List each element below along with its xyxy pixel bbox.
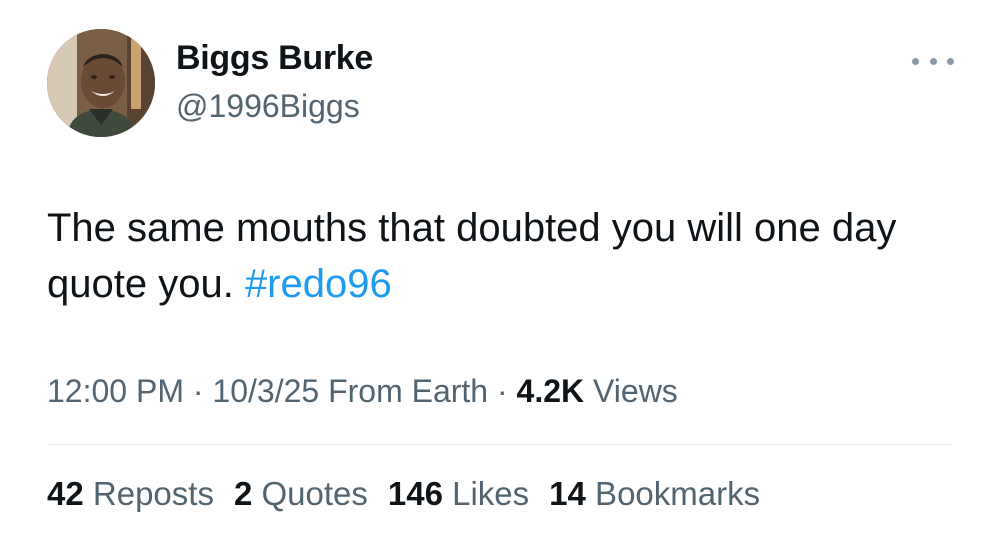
ellipsis-icon — [947, 57, 954, 65]
tweet-time[interactable]: 12:00 PM — [47, 373, 184, 409]
tweet-date[interactable]: 10/3/25 — [212, 373, 319, 409]
quotes-count: 2 — [233, 475, 253, 512]
bookmarks-count: 14 — [549, 475, 586, 512]
engagement-stats: 42 Reposts 2 Quotes 146 Likes 14 Bookmar… — [47, 475, 760, 513]
bookmarks-stat[interactable]: 14 Bookmarks — [549, 475, 760, 513]
likes-stat[interactable]: 146 Likes — [388, 475, 529, 513]
likes-label: Likes — [442, 475, 530, 512]
more-options-button[interactable] — [912, 50, 954, 72]
reposts-stat[interactable]: 42 Reposts — [47, 475, 214, 513]
tweet-text-line-2: quote you. #redo96 — [47, 256, 967, 312]
likes-count: 146 — [387, 475, 443, 512]
display-name[interactable]: Biggs Burke — [176, 39, 373, 78]
quotes-stat[interactable]: 2 Quotes — [234, 475, 368, 513]
tweet-card: Biggs Burke @1996Biggs The same mouths t… — [0, 0, 1000, 537]
views-label: Views — [584, 373, 678, 409]
avatar[interactable] — [47, 29, 155, 137]
bookmarks-label: Bookmarks — [585, 475, 761, 512]
tweet-text-line-1: The same mouths that doubted you will on… — [47, 206, 897, 250]
reposts-label: Reposts — [83, 475, 214, 512]
views-count: 4.2K — [516, 373, 585, 409]
reposts-count: 42 — [47, 475, 84, 512]
separator-dot: · — [488, 373, 517, 409]
quotes-label: Quotes — [252, 475, 368, 512]
divider — [47, 444, 953, 445]
tweet-location: From Earth — [319, 373, 489, 409]
ellipsis-icon — [929, 57, 937, 65]
ellipsis-icon — [912, 57, 919, 65]
tweet-text-line-2-content: quote you. — [47, 262, 245, 306]
tweet-text: The same mouths that doubted you will on… — [47, 200, 967, 312]
separator-dot: · — [183, 373, 213, 409]
profile-photo-icon — [47, 29, 155, 137]
tweet-metadata: 12:00 PM · 10/3/25 From Earth · 4.2K Vie… — [47, 373, 678, 410]
hashtag-link[interactable]: #redo96 — [245, 262, 392, 306]
user-handle[interactable]: @1996Biggs — [176, 88, 360, 125]
